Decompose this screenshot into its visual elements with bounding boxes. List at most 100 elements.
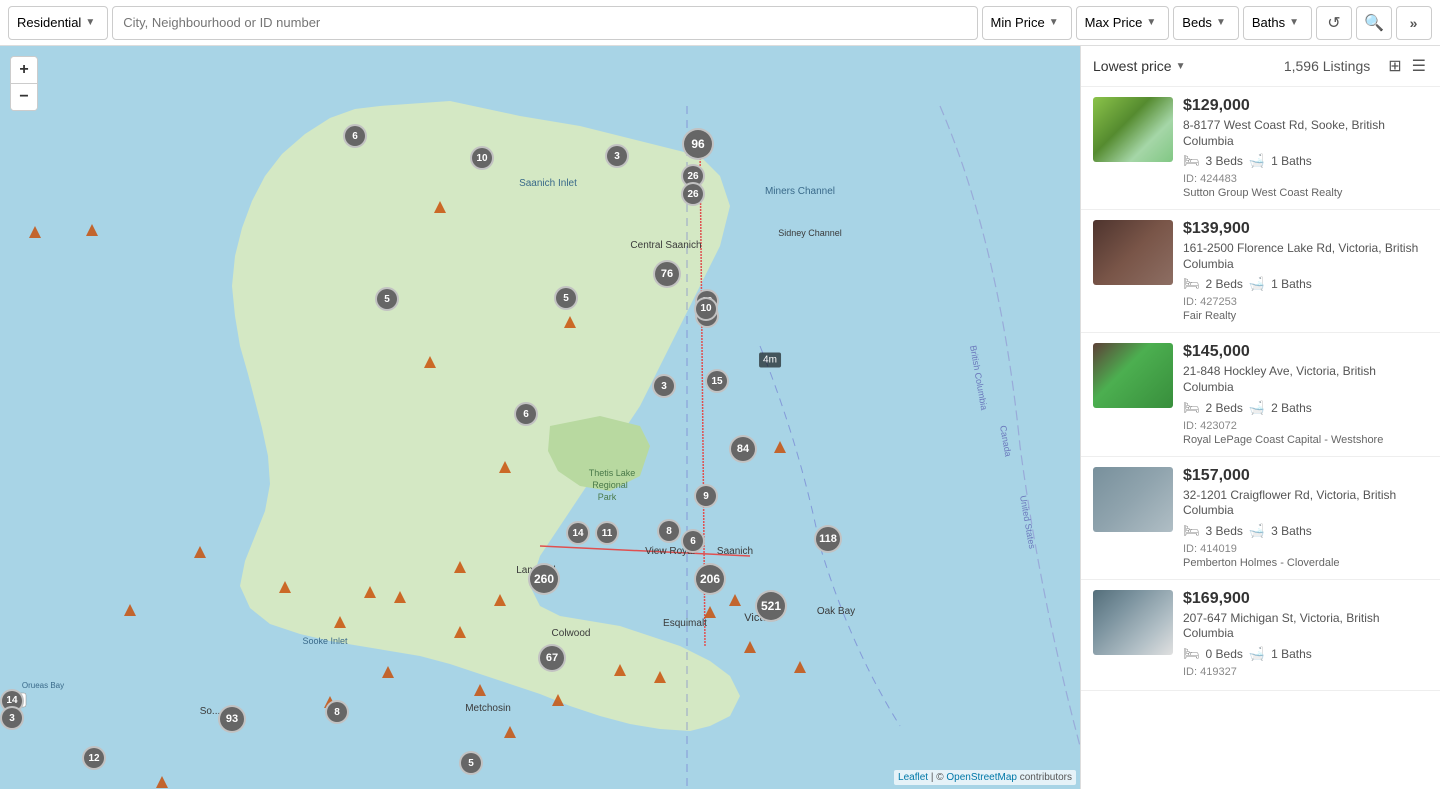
cluster-marker-c24[interactable]: 12 — [82, 746, 106, 770]
listing-id: ID: 423072 — [1183, 420, 1428, 432]
listing-info: $157,000 32-1201 Craigflower Rd, Victori… — [1183, 467, 1428, 569]
bed-icon: 🛏 — [1183, 153, 1200, 169]
listing-agent: Royal LePage Coast Capital - Westshore — [1183, 434, 1428, 446]
cluster-marker-c14[interactable]: 15 — [705, 369, 729, 393]
zoom-in-button[interactable]: + — [11, 57, 37, 83]
cluster-marker-c35[interactable]: 14 — [566, 521, 590, 545]
listing-baths: 1 Baths — [1271, 154, 1312, 168]
osm-link[interactable]: OpenStreetMap — [946, 772, 1017, 783]
svg-text:Oak Bay: Oak Bay — [817, 606, 855, 617]
listing-card-l1[interactable]: $129,000 8-8177 West Coast Rd, Sooke, Br… — [1081, 87, 1440, 210]
bath-icon: 🛁 — [1249, 646, 1265, 662]
bed-icon: 🛏 — [1183, 523, 1200, 539]
listing-info: $129,000 8-8177 West Coast Rd, Sooke, Br… — [1183, 97, 1428, 199]
min-price-chevron: ▼ — [1049, 17, 1059, 28]
list-icon: ☰ — [1412, 58, 1426, 75]
listing-baths: 1 Baths — [1271, 277, 1312, 291]
svg-text:Miners Channel: Miners Channel — [765, 186, 835, 197]
svg-text:Regional: Regional — [592, 480, 628, 490]
listing-thumbnail — [1093, 467, 1173, 532]
listing-card-l4[interactable]: $157,000 32-1201 Craigflower Rd, Victori… — [1081, 457, 1440, 580]
property-type-dropdown[interactable]: Residential ▼ — [8, 6, 108, 40]
cluster-marker-c19[interactable]: 206 — [694, 563, 726, 595]
listing-beds: 3 Beds — [1206, 154, 1243, 168]
min-price-dropdown[interactable]: Min Price ▼ — [982, 6, 1072, 40]
listing-card-l2[interactable]: $139,900 161-2500 Florence Lake Rd, Vict… — [1081, 210, 1440, 333]
cluster-marker-c13[interactable]: 6 — [514, 402, 538, 426]
cluster-marker-c9[interactable]: 5 — [554, 286, 578, 310]
listing-address: 8-8177 West Coast Rd, Sooke, British Col… — [1183, 118, 1428, 149]
cluster-marker-c31[interactable]: 9 — [694, 484, 718, 508]
listing-address: 161-2500 Florence Lake Rd, Victoria, Bri… — [1183, 241, 1428, 272]
cluster-marker-c33[interactable]: 6 — [681, 529, 705, 553]
search-button[interactable]: 🔍 — [1356, 6, 1392, 40]
cluster-marker-c30[interactable]: 10 — [694, 297, 718, 321]
sort-label: Lowest price — [1093, 58, 1172, 74]
listings-list[interactable]: $129,000 8-8177 West Coast Rd, Sooke, Br… — [1081, 87, 1440, 789]
svg-text:Sidney Channel: Sidney Channel — [778, 228, 842, 238]
cluster-marker-c4[interactable]: 96 — [682, 128, 714, 160]
listing-agent: Pemberton Holmes - Cloverdale — [1183, 557, 1428, 569]
bath-icon: 🛁 — [1249, 523, 1265, 539]
map-view-button[interactable]: ⊞ — [1386, 54, 1403, 78]
svg-text:Orueas Bay: Orueas Bay — [22, 681, 64, 690]
svg-text:Colwood: Colwood — [552, 628, 591, 639]
listing-beds: 3 Beds — [1206, 524, 1243, 538]
cluster-marker-c23[interactable]: 8 — [325, 700, 349, 724]
listing-id: ID: 424483 — [1183, 173, 1428, 185]
listing-price: $169,900 — [1183, 590, 1428, 608]
search-icon: 🔍 — [1364, 13, 1384, 33]
zoom-out-button[interactable]: − — [11, 84, 37, 110]
listing-agent: Fair Realty — [1183, 310, 1428, 322]
listing-address: 207-647 Michigan St, Victoria, British C… — [1183, 611, 1428, 642]
listing-address: 32-1201 Craigflower Rd, Victoria, Britis… — [1183, 488, 1428, 519]
cluster-marker-c2[interactable]: 10 — [470, 146, 494, 170]
listing-thumbnail — [1093, 343, 1173, 408]
listing-thumbnail — [1093, 97, 1173, 162]
cluster-marker-c25[interactable]: 5 — [459, 751, 483, 775]
cluster-marker-c6[interactable]: 26 — [681, 182, 705, 206]
listing-agent: Sutton Group West Coast Realty — [1183, 187, 1428, 199]
listing-info: $139,900 161-2500 Florence Lake Rd, Vict… — [1183, 220, 1428, 322]
bath-icon: 🛁 — [1249, 276, 1265, 292]
cluster-marker-c7[interactable]: 76 — [653, 260, 681, 288]
listing-info: $169,900 207-647 Michigan St, Victoria, … — [1183, 590, 1428, 680]
refresh-button[interactable]: ↺ — [1316, 6, 1352, 40]
refresh-icon: ↺ — [1327, 13, 1340, 33]
list-view-button[interactable]: ☰ — [1410, 54, 1428, 78]
max-price-dropdown[interactable]: Max Price ▼ — [1076, 6, 1170, 40]
more-icon: » — [1410, 15, 1419, 31]
cluster-marker-c15[interactable]: 84 — [729, 435, 757, 463]
map-area[interactable]: British Columbia Canada United States Sa… — [0, 46, 1080, 789]
cluster-marker-c22[interactable]: 93 — [218, 705, 246, 733]
listing-id: ID: 414019 — [1183, 543, 1428, 555]
beds-dropdown[interactable]: Beds ▼ — [1173, 6, 1239, 40]
location-input[interactable] — [112, 6, 977, 40]
cluster-marker-c12[interactable]: 3 — [652, 374, 676, 398]
leaflet-link[interactable]: Leaflet — [898, 772, 928, 783]
listing-card-l3[interactable]: $145,000 21-848 Hockley Ave, Victoria, B… — [1081, 333, 1440, 456]
cluster-marker-c29[interactable]: 3 — [0, 706, 24, 730]
cluster-marker-c34[interactable]: 11 — [595, 521, 619, 545]
cluster-marker-c21[interactable]: 67 — [538, 644, 566, 672]
cluster-marker-c3[interactable]: 3 — [605, 144, 629, 168]
listing-meta: 🛏 2 Beds 🛁 2 Baths — [1183, 400, 1428, 416]
listing-card-l5[interactable]: $169,900 207-647 Michigan St, Victoria, … — [1081, 580, 1440, 691]
listing-beds: 2 Beds — [1206, 277, 1243, 291]
max-price-label: Max Price — [1085, 15, 1143, 30]
cluster-marker-c32[interactable]: 8 — [657, 519, 681, 543]
cluster-marker-c8[interactable]: 5 — [375, 287, 399, 311]
baths-dropdown[interactable]: Baths ▼ — [1243, 6, 1312, 40]
svg-text:Sooke Inlet: Sooke Inlet — [302, 636, 348, 646]
cluster-marker-c20[interactable]: 521 — [755, 590, 787, 622]
more-button[interactable]: » — [1396, 6, 1432, 40]
min-price-label: Min Price — [991, 15, 1045, 30]
cluster-marker-c17[interactable]: 118 — [814, 525, 842, 553]
cluster-marker-c18[interactable]: 260 — [528, 563, 560, 595]
cluster-marker-c1[interactable]: 6 — [343, 124, 367, 148]
listing-meta: 🛏 3 Beds 🛁 1 Baths — [1183, 153, 1428, 169]
sort-chevron: ▼ — [1176, 61, 1186, 72]
svg-text:Central Saanich: Central Saanich — [630, 240, 701, 251]
listing-price: $139,900 — [1183, 220, 1428, 238]
sort-dropdown[interactable]: Lowest price ▼ — [1093, 58, 1186, 74]
